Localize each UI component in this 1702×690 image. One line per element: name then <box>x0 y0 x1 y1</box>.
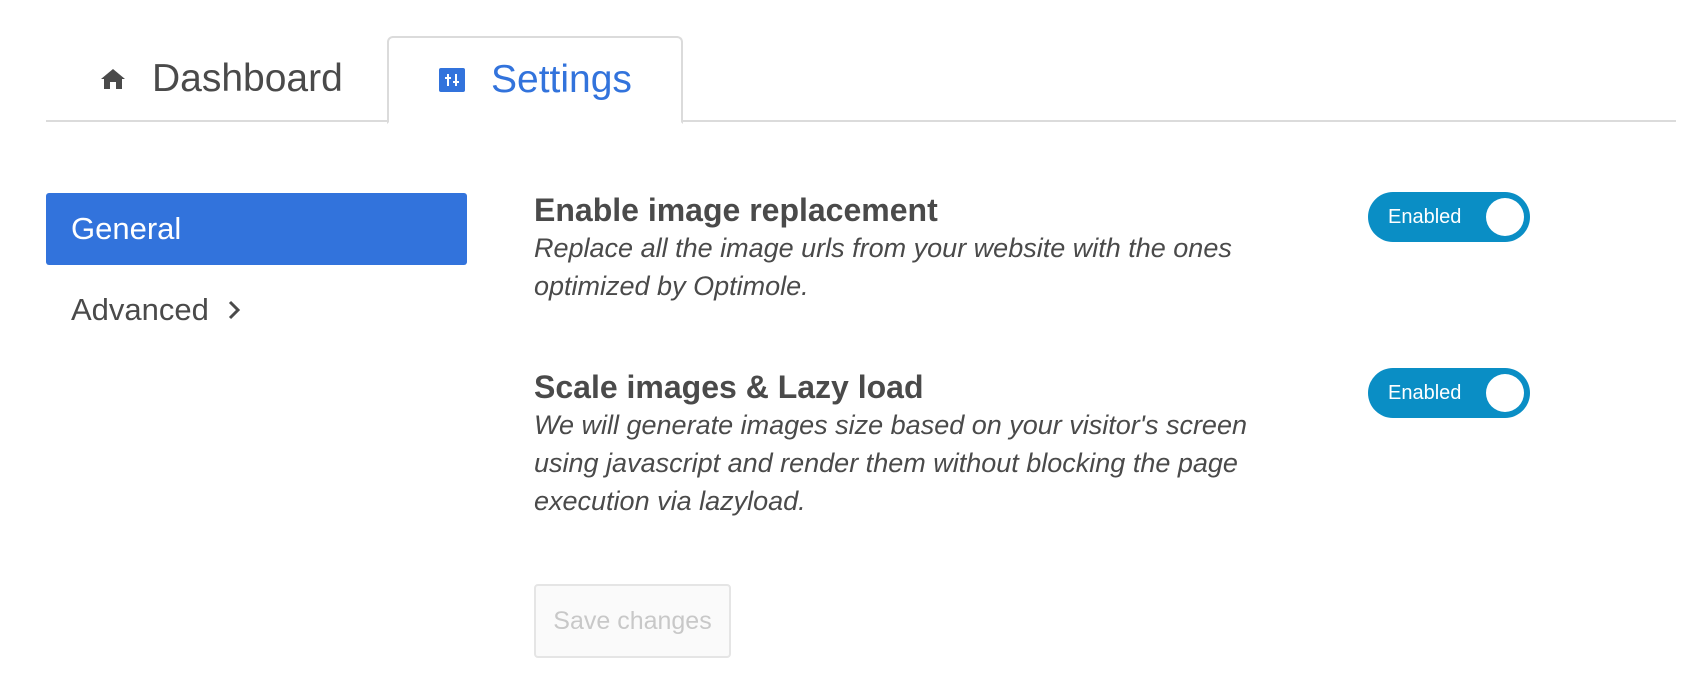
image-replacement-toggle[interactable]: Enabled <box>1368 192 1530 242</box>
sliders-icon <box>439 68 465 92</box>
toggle-knob <box>1486 374 1524 412</box>
settings-page: Dashboard Settings General Advanced Enab… <box>0 0 1702 690</box>
menu-item-general[interactable]: General <box>46 193 467 265</box>
menu-item-advanced[interactable]: Advanced <box>46 274 467 346</box>
tab-settings-label: Settings <box>491 58 632 101</box>
tab-dashboard[interactable]: Dashboard <box>98 36 343 122</box>
menu-item-label: General <box>71 211 182 246</box>
toggle-knob <box>1486 198 1524 236</box>
setting-description: We will generate images size based on yo… <box>534 410 1247 516</box>
tab-settings[interactable]: Settings <box>387 36 683 124</box>
toggle-label: Enabled <box>1388 382 1462 404</box>
setting-description: Replace all the image urls from your web… <box>534 233 1232 301</box>
menu-item-label: Advanced <box>71 292 209 327</box>
lazy-load-toggle[interactable]: Enabled <box>1368 368 1530 418</box>
save-changes-button[interactable]: Save changes <box>534 584 731 658</box>
settings-menu: General Advanced <box>46 193 467 346</box>
home-icon <box>98 64 128 94</box>
tab-dashboard-label: Dashboard <box>152 57 343 100</box>
chevron-right-icon <box>227 299 243 321</box>
tab-bar: Dashboard Settings <box>46 36 1676 124</box>
toggle-label: Enabled <box>1388 206 1462 228</box>
